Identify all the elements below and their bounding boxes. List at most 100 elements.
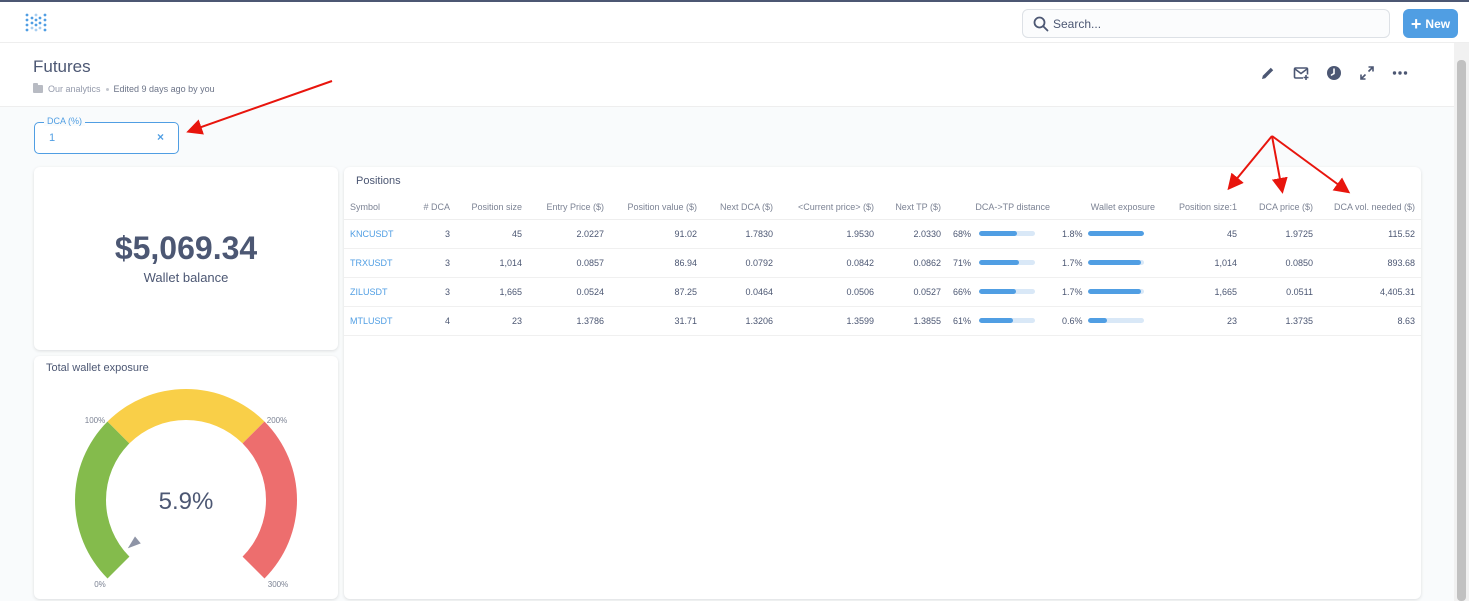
filter-label: DCA (%) <box>44 116 86 126</box>
column-header[interactable]: DCA vol. needed ($) <box>1319 195 1421 220</box>
column-header[interactable]: DCA->TP distance <box>947 195 1056 220</box>
symbol-link[interactable]: ZILUSDT <box>344 277 408 307</box>
table-cell: 0.0857 <box>528 248 610 278</box>
table-cell: 0.0511 <box>1243 277 1319 307</box>
exposure-value: 1.7% <box>1062 257 1083 268</box>
table-cell: 3 <box>408 277 456 307</box>
dca-filter[interactable]: DCA (%) 1 × <box>34 116 179 154</box>
subscribe-icon[interactable] <box>1293 65 1309 81</box>
table-row: MTLUSDT 4 23 1.3786 31.71 1.3206 1.3599 … <box>344 306 1421 336</box>
column-header[interactable]: <Current price> ($) <box>779 195 880 220</box>
symbol-link[interactable]: MTLUSDT <box>344 306 408 336</box>
table-cell: 1.3786 <box>528 306 610 336</box>
table-row: TRXUSDT 3 1,014 0.0857 86.94 0.0792 0.08… <box>344 248 1421 278</box>
gauge-needle <box>124 533 144 552</box>
table-cell: 0.0862 <box>880 248 947 278</box>
gauge-label-max: 300% <box>268 580 288 589</box>
distance-bar <box>979 318 1035 323</box>
column-header[interactable]: Position size <box>456 195 528 220</box>
collection-link[interactable]: Our analytics <box>48 84 101 94</box>
pencil-icon[interactable] <box>1260 65 1276 81</box>
table-cell: 2.0330 <box>880 219 947 249</box>
distance-value: 71% <box>953 257 972 268</box>
table-cell: 1.3206 <box>703 306 779 336</box>
table-row: KNCUSDT 3 45 2.0227 91.02 1.7830 1.9530 … <box>344 219 1421 249</box>
distance-bar <box>979 231 1035 236</box>
table-cell: 0.0524 <box>528 277 610 307</box>
table-cell: 23 <box>1161 306 1243 336</box>
column-header[interactable]: Entry Price ($) <box>528 195 610 220</box>
logo-icon[interactable] <box>24 12 48 34</box>
column-header[interactable]: Next DCA ($) <box>703 195 779 220</box>
table-cell: 1.7830 <box>703 219 779 249</box>
table-cell: 0.0464 <box>703 277 779 307</box>
gauge-value: 5.9% <box>159 488 214 515</box>
exposure-bar <box>1088 289 1144 294</box>
positions-card: Positions Symbol # DCA Position size Ent… <box>344 167 1421 599</box>
table-cell: 1.3735 <box>1243 306 1319 336</box>
table-cell: 4,405.31 <box>1319 277 1421 307</box>
table-row: ZILUSDT 3 1,665 0.0524 87.25 0.0464 0.05… <box>344 277 1421 307</box>
breadcrumb: Our analytics Edited 9 days ago by you <box>33 83 215 94</box>
symbol-link[interactable]: KNCUSDT <box>344 219 408 249</box>
dashboard-header: Futures Our analytics Edited 9 days ago … <box>0 43 1454 107</box>
table-cell: 45 <box>1161 219 1243 249</box>
plus-icon: + <box>1410 13 1422 34</box>
column-header[interactable]: Next TP ($) <box>880 195 947 220</box>
distance-cell: 68% <box>947 219 1056 249</box>
exposure-value: 1.8% <box>1062 228 1083 239</box>
table-cell: 31.71 <box>610 306 703 336</box>
table-cell: 86.94 <box>610 248 703 278</box>
distance-bar-fill <box>979 318 1014 323</box>
distance-value: 68% <box>953 228 972 239</box>
column-header[interactable]: # DCA <box>408 195 456 220</box>
balance-value: $5,069.34 <box>114 230 258 266</box>
table-cell: 23 <box>456 306 528 336</box>
table-cell: 0.0527 <box>880 277 947 307</box>
table-cell: 115.52 <box>1319 219 1421 249</box>
search-bar[interactable] <box>1022 9 1390 38</box>
separator-dot <box>105 87 109 91</box>
top-navigation-bar: + New <box>0 0 1469 43</box>
gauge-segment <box>107 389 265 444</box>
distance-cell: 61% <box>947 306 1056 336</box>
folder-icon <box>33 83 43 93</box>
distance-bar-fill <box>979 231 1018 236</box>
table-cell: 91.02 <box>610 219 703 249</box>
table-cell: 1.3599 <box>779 306 880 336</box>
fullscreen-icon[interactable] <box>1359 65 1375 81</box>
exposure-bar <box>1088 231 1144 236</box>
wallet-exposure-card: Total wallet exposure 0% 100% 200% 300% … <box>34 356 338 599</box>
exposure-bar-fill <box>1088 318 1107 323</box>
positions-table: Symbol # DCA Position size Entry Price (… <box>344 195 1421 336</box>
distance-bar <box>979 260 1035 265</box>
column-header[interactable]: Position value ($) <box>610 195 703 220</box>
column-header[interactable]: Position size:1 <box>1161 195 1243 220</box>
column-header[interactable]: Wallet exposure <box>1056 195 1161 220</box>
table-cell: 1.9530 <box>779 219 880 249</box>
positions-title: Positions <box>356 175 401 187</box>
more-icon[interactable] <box>1392 65 1408 81</box>
new-button[interactable]: + New <box>1403 9 1458 38</box>
table-cell: 3 <box>408 248 456 278</box>
scrollbar-thumb[interactable] <box>1457 60 1466 601</box>
close-icon[interactable]: × <box>157 130 164 144</box>
distance-bar-fill <box>979 289 1016 294</box>
gauge-segment <box>242 421 297 579</box>
table-cell: 2.0227 <box>528 219 610 249</box>
column-header[interactable]: DCA price ($) <box>1243 195 1319 220</box>
table-cell: 45 <box>456 219 528 249</box>
gauge-label-100: 100% <box>85 416 105 425</box>
distance-cell: 66% <box>947 277 1056 307</box>
filter-value[interactable]: 1 <box>49 132 55 144</box>
symbol-link[interactable]: TRXUSDT <box>344 248 408 278</box>
table-cell: 8.63 <box>1319 306 1421 336</box>
history-icon[interactable] <box>1326 65 1342 81</box>
exposure-cell: 1.7% <box>1056 248 1161 278</box>
balance-label: Wallet balance <box>143 270 229 285</box>
column-header[interactable]: Symbol <box>344 195 408 220</box>
edited-info[interactable]: Edited 9 days ago by you <box>114 84 215 94</box>
table-cell: 893.68 <box>1319 248 1421 278</box>
distance-value: 61% <box>953 315 972 326</box>
search-input[interactable] <box>1053 10 1383 37</box>
